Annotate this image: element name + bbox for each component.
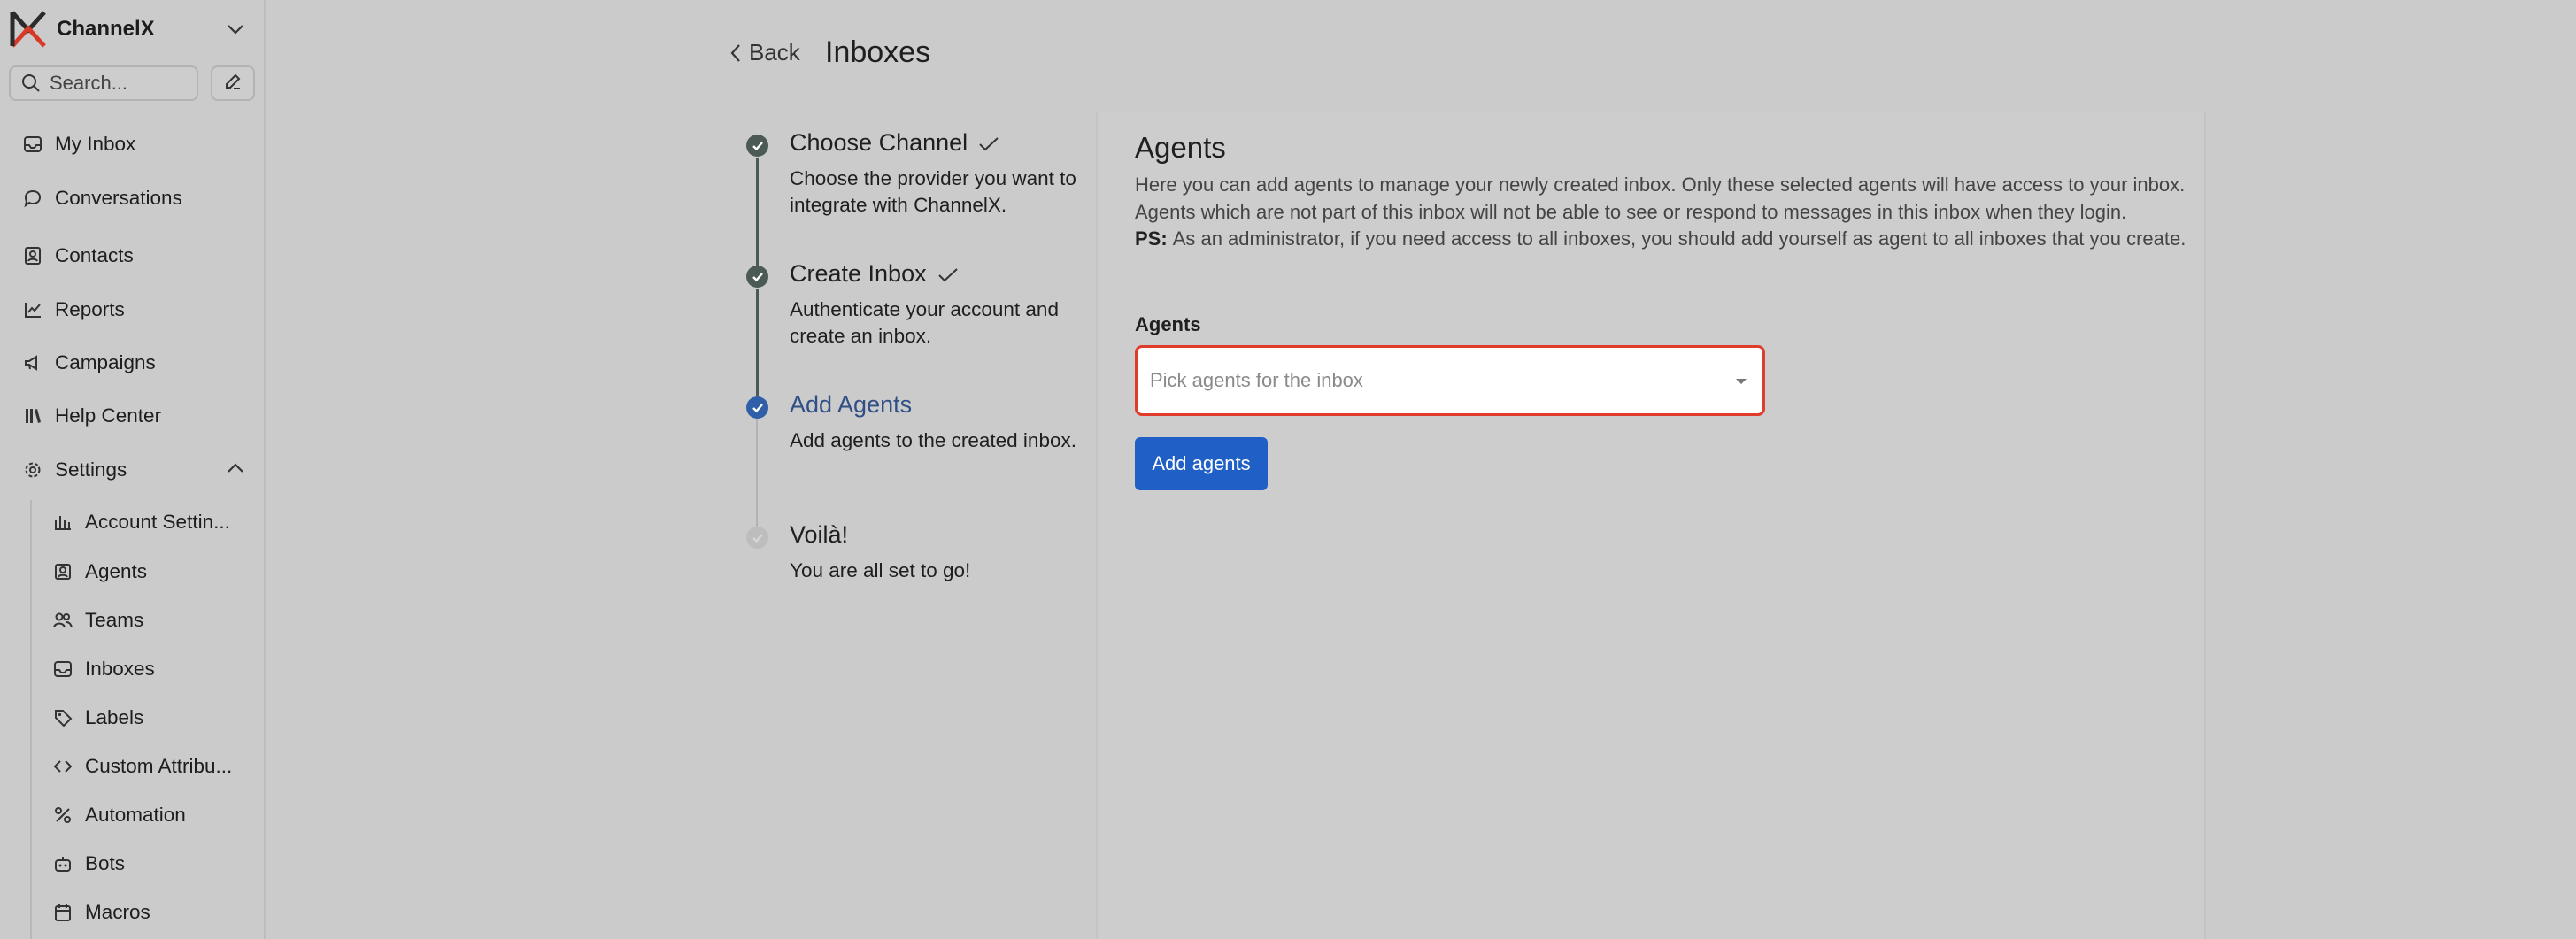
sidebar: ChannelX Search... My Inbox Conversation…	[0, 0, 266, 939]
settings-item-label: Labels	[85, 706, 144, 728]
percent-automation-icon	[51, 804, 74, 827]
settings-item-macros[interactable]: Macros	[51, 897, 150, 927]
nav-label: My Inbox	[55, 133, 136, 155]
nav-item-settings[interactable]: Settings	[21, 455, 127, 485]
ps-text: As an administrator, if you need access …	[1172, 227, 2187, 250]
nav-item-conversations[interactable]: Conversations	[21, 183, 182, 213]
checkmark-icon	[978, 135, 999, 151]
settings-item-agents[interactable]: Agents	[51, 557, 147, 587]
settings-item-label: Account Settin...	[85, 511, 230, 533]
agents-field-label: Agents	[1135, 313, 1201, 335]
nav-label: Campaigns	[55, 351, 156, 373]
nav-label: Conversations	[55, 187, 182, 209]
code-icon	[51, 755, 74, 778]
library-icon	[21, 404, 44, 427]
calendar-icon	[51, 901, 74, 924]
chat-bubble-icon	[21, 187, 44, 210]
settings-item-label: Agents	[85, 560, 148, 582]
add-agents-panel: Agents Here you can add agents to manage…	[1096, 112, 2206, 939]
caret-down-icon	[1734, 374, 1748, 390]
gear-icon	[21, 458, 44, 481]
nav-item-campaigns[interactable]: Campaigns	[21, 348, 156, 378]
step-title-add-agents: Add Agents	[790, 391, 912, 419]
ps-label: PS:	[1135, 227, 1168, 250]
chevron-down-icon[interactable]	[227, 23, 244, 39]
step-desc: Choose the provider you want to integrat…	[790, 167, 1076, 216]
step-complete-icon	[746, 266, 768, 288]
step-title-text: Voilà!	[790, 521, 849, 548]
step-title-voila: Voilà!	[790, 521, 848, 549]
checkmark-icon	[937, 266, 959, 282]
search-placeholder: Search...	[50, 72, 128, 94]
settings-item-teams[interactable]: Teams	[51, 605, 143, 635]
nav-item-help-center[interactable]: Help Center	[21, 401, 161, 431]
robot-icon	[51, 852, 74, 875]
nav-label: Help Center	[55, 404, 162, 427]
settings-item-label: Custom Attribu...	[85, 755, 233, 777]
chevron-left-icon	[729, 43, 742, 63]
chevron-up-icon[interactable]	[227, 462, 244, 478]
panel-description: Here you can add agents to manage your n…	[1135, 172, 2188, 253]
back-button[interactable]: Back	[729, 39, 800, 66]
megaphone-icon	[21, 351, 44, 374]
account-settings-icon	[51, 511, 74, 534]
settings-item-label: Macros	[85, 901, 150, 923]
settings-item-label: Teams	[85, 609, 144, 631]
settings-item-bots[interactable]: Bots	[51, 849, 125, 879]
nav-item-my-inbox[interactable]: My Inbox	[21, 129, 135, 159]
settings-item-label: Inboxes	[85, 658, 155, 680]
settings-submenu-rail	[30, 500, 32, 939]
tag-icon	[51, 706, 74, 729]
nav-label: Reports	[55, 298, 125, 320]
compose-button[interactable]	[211, 65, 255, 101]
brand-name: ChannelX	[57, 17, 155, 41]
nav-label: Settings	[55, 458, 127, 481]
channelx-logo-icon	[9, 9, 48, 50]
inbox-icon	[21, 133, 44, 156]
inbox-icon	[51, 658, 74, 681]
settings-item-custom-attributes[interactable]: Custom Attribu...	[51, 751, 232, 781]
nav-label: Contacts	[55, 244, 134, 266]
settings-item-label: Automation	[85, 804, 186, 826]
agents-select-placeholder: Pick agents for the inbox	[1150, 369, 1363, 391]
step-active-icon	[746, 396, 768, 419]
settings-item-inboxes[interactable]: Inboxes	[51, 654, 155, 684]
line-chart-icon	[21, 298, 44, 321]
step-desc: You are all set to go!	[790, 559, 971, 581]
add-agents-button[interactable]: Add agents	[1135, 437, 1268, 490]
back-label: Back	[749, 39, 800, 65]
pencil-icon	[223, 72, 243, 96]
people-icon	[51, 609, 74, 632]
step-title-text: Add Agents	[790, 391, 913, 418]
brand[interactable]: ChannelX	[9, 7, 155, 51]
step-desc: Add agents to the created inbox.	[790, 429, 1076, 451]
step-title-text: Choose Channel	[790, 129, 968, 156]
step-connector	[756, 289, 759, 396]
step-pending-icon	[746, 527, 768, 549]
search-icon	[21, 73, 41, 93]
panel-title: Agents	[1135, 131, 1226, 164]
step-desc: Authenticate your account and create an …	[790, 298, 1059, 347]
description-text: Here you can add agents to manage your n…	[1135, 173, 2186, 223]
ps-note: PS: As an administrator, if you need acce…	[1135, 226, 2188, 253]
settings-item-labels[interactable]: Labels	[51, 703, 143, 733]
settings-item-automation[interactable]: Automation	[51, 800, 186, 830]
nav-item-contacts[interactable]: Contacts	[21, 241, 134, 271]
step-title-choose-channel: Choose Channel	[790, 129, 999, 157]
step-connector	[756, 419, 758, 527]
settings-item-label: Bots	[85, 852, 126, 874]
search-input[interactable]: Search...	[9, 65, 198, 101]
agents-select[interactable]: Pick agents for the inbox	[1135, 345, 1765, 416]
step-title-text: Create Inbox	[790, 260, 927, 287]
step-title-create-inbox: Create Inbox	[790, 260, 959, 288]
contact-card-icon	[21, 244, 44, 267]
settings-item-account-settings[interactable]: Account Settin...	[51, 507, 230, 537]
page-title: Inboxes	[825, 35, 931, 69]
person-square-icon	[51, 560, 74, 583]
nav-item-reports[interactable]: Reports	[21, 295, 125, 325]
step-connector	[756, 158, 759, 267]
step-complete-icon	[746, 135, 768, 157]
